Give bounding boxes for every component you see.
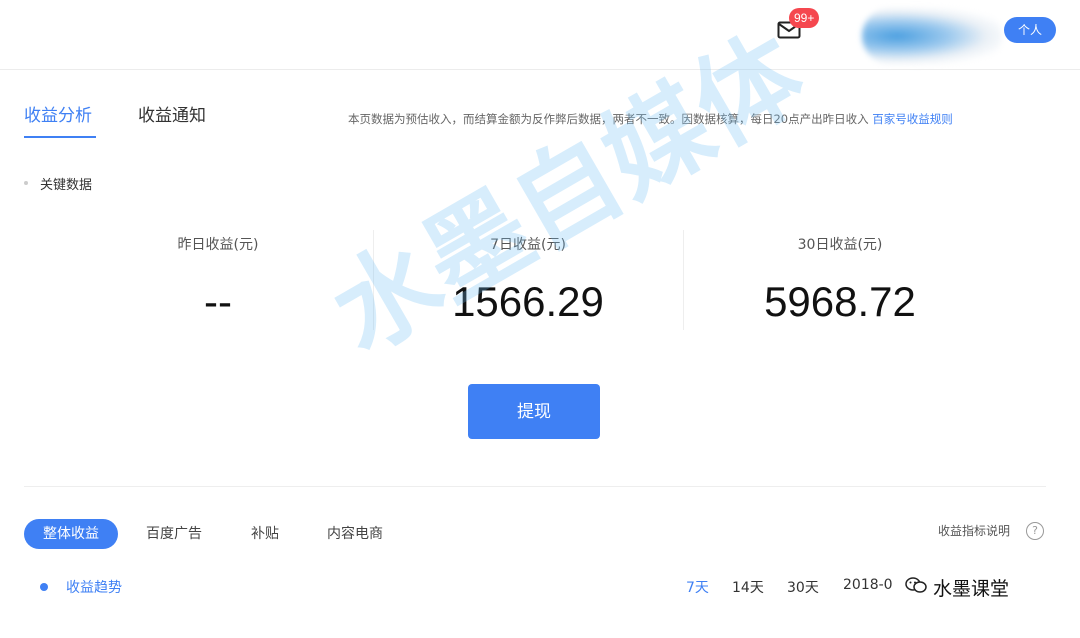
tab-revenue-analysis[interactable]: 收益分析	[24, 104, 92, 128]
user-type-pill[interactable]: 个人	[1004, 17, 1056, 43]
subtab-overall-revenue[interactable]: 整体收益	[24, 519, 118, 549]
tab-revenue-notice[interactable]: 收益通知	[138, 104, 206, 128]
wechat-watermark-text: 水墨课堂	[933, 578, 1010, 600]
section-divider	[24, 486, 1046, 487]
stat-divider	[373, 230, 374, 330]
revenue-trend-title: 收益趋势	[66, 580, 122, 596]
notice-text: 本页数据为预估收入，而结算金额为反作弊后数据，两者不一致。因数据核算，每日20点…	[348, 111, 953, 127]
week-revenue-value: 1566.29	[452, 278, 604, 325]
active-tab-indicator	[24, 136, 96, 138]
section-bullet	[24, 181, 28, 185]
subtab-subsidy[interactable]: 补贴	[251, 519, 279, 549]
yesterday-revenue-label: 昨日收益(元)	[177, 237, 259, 253]
notification-badge: 99+	[789, 8, 820, 28]
help-icon[interactable]: ?	[1026, 522, 1044, 540]
wechat-icon	[905, 576, 927, 594]
month-revenue-label: 30日收益(元)	[797, 237, 883, 253]
range-7-days[interactable]: 7天	[686, 577, 709, 597]
range-14-days[interactable]: 14天	[732, 577, 764, 597]
top-bar: 99+ 个人	[0, 0, 1080, 70]
range-30-days[interactable]: 30天	[787, 577, 819, 597]
month-revenue-value: 5968.72	[764, 278, 916, 325]
metrics-help-link[interactable]: 收益指标说明	[938, 522, 1010, 539]
withdraw-button[interactable]: 提现	[468, 384, 600, 439]
subtab-content-ecommerce[interactable]: 内容电商	[327, 519, 383, 549]
week-revenue-label: 7日收益(元)	[490, 237, 566, 253]
subtab-baidu-ads[interactable]: 百度广告	[146, 519, 202, 549]
stat-divider	[683, 230, 684, 330]
revenue-rules-link[interactable]: 百家号收益规则	[872, 112, 953, 126]
trend-bullet	[40, 583, 48, 591]
wechat-watermark: 水墨课堂	[905, 574, 1010, 601]
yesterday-revenue-value: --	[204, 278, 232, 325]
date-range-picker[interactable]: 2018-0	[843, 577, 893, 593]
avatar[interactable]	[862, 8, 1002, 64]
notice-message: 本页数据为预估收入，而结算金额为反作弊后数据，两者不一致。因数据核算，每日20点…	[348, 112, 869, 126]
key-data-title: 关键数据	[40, 178, 93, 193]
